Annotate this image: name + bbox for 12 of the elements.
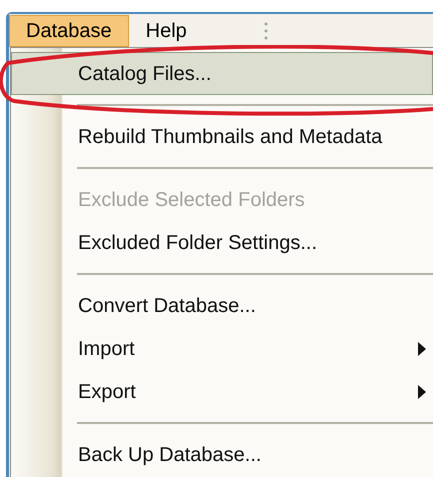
menu-item[interactable]: Rebuild Thumbnails and Metadata xyxy=(11,115,433,158)
submenu-arrow-icon xyxy=(418,384,426,398)
menu-item[interactable]: Back Up Database... xyxy=(11,433,433,476)
submenu-arrow-icon xyxy=(418,342,426,356)
menu-item[interactable]: Catalog Files... xyxy=(11,52,433,95)
menu-item[interactable]: Excluded Folder Settings... xyxy=(11,221,433,264)
menu-item[interactable]: Export xyxy=(11,370,433,413)
menu-item[interactable]: Import xyxy=(11,327,433,370)
menu-bar-item[interactable]: Database xyxy=(9,15,129,47)
toolbar-grip-icon xyxy=(264,21,268,41)
menu-bar-item[interactable]: Help xyxy=(128,15,204,47)
menu-item[interactable]: Convert Database... xyxy=(11,284,433,327)
